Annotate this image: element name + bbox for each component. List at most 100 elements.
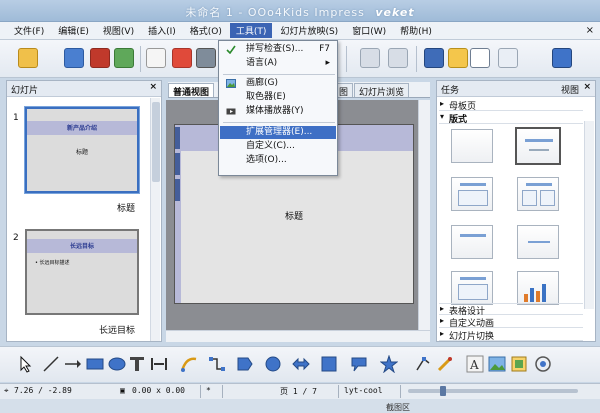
slide-caption: 标题 bbox=[117, 204, 136, 214]
undo-icon[interactable] bbox=[360, 48, 380, 68]
menu-item-options[interactable]: 选项(O)... bbox=[220, 154, 336, 167]
zoom-slider-thumb[interactable] bbox=[440, 386, 446, 396]
menu-window[interactable]: 窗口(W) bbox=[346, 23, 392, 38]
slide-thumbnail-2[interactable]: 长远目标 • 长远目标描述 bbox=[25, 229, 139, 315]
rectangle-tool-icon[interactable] bbox=[86, 355, 104, 373]
layout-box bbox=[458, 284, 488, 300]
stars-icon[interactable] bbox=[380, 355, 398, 373]
spellcheck-icon bbox=[226, 45, 236, 54]
edit-file-icon[interactable] bbox=[146, 48, 166, 68]
menu-slideshow[interactable]: 幻灯片放映(S) bbox=[274, 23, 344, 38]
slide-number: 2 bbox=[13, 233, 19, 243]
layout-line bbox=[460, 234, 486, 237]
arrow-line-icon[interactable] bbox=[64, 355, 82, 373]
section-master-pages[interactable]: ▸ 母板页 bbox=[439, 99, 583, 112]
editor-vertical-scrollbar[interactable] bbox=[418, 100, 430, 330]
insert-image-icon[interactable] bbox=[488, 355, 506, 373]
symbol-shapes-icon[interactable] bbox=[264, 355, 282, 373]
layout-title-chart[interactable] bbox=[517, 271, 559, 305]
curve-tool-icon[interactable] bbox=[180, 355, 198, 373]
new-document-icon[interactable] bbox=[18, 48, 38, 68]
section-custom-animation[interactable]: ▸ 自定义动画 bbox=[439, 316, 583, 329]
fit-text-icon[interactable] bbox=[150, 355, 168, 373]
editor-horizontal-scrollbar[interactable] bbox=[166, 330, 430, 342]
ellipse-tool-icon[interactable] bbox=[108, 355, 126, 373]
export-pdf-icon[interactable] bbox=[172, 48, 192, 68]
slides-pane: 幻灯片 × 1 新产品介绍 标题 标题 2 长远目标 • 长远目标描述 长远目标 bbox=[6, 80, 162, 342]
tab-slide-sorter[interactable]: 幻灯片浏览 bbox=[354, 83, 410, 98]
task-pane-scrollbar[interactable] bbox=[584, 121, 594, 309]
thumbnail-body: 标题 bbox=[75, 149, 88, 156]
tab-normal-view[interactable]: 普通视图 bbox=[168, 83, 215, 98]
gallery-icon bbox=[226, 79, 236, 88]
print-icon[interactable] bbox=[196, 48, 216, 68]
open-folder-icon[interactable] bbox=[64, 48, 84, 68]
section-table-design[interactable]: ▸ 表格设计 bbox=[439, 303, 583, 317]
close-task-pane-icon[interactable]: × bbox=[583, 82, 591, 92]
points-edit-icon[interactable] bbox=[414, 355, 432, 373]
desktop-label: 截图区 bbox=[386, 403, 410, 412]
scrollbar-thumb[interactable] bbox=[152, 102, 160, 182]
section-layouts[interactable]: ▾ 版式 bbox=[439, 112, 583, 125]
layout-title-slide[interactable] bbox=[515, 127, 561, 165]
slides-pane-scrollbar[interactable] bbox=[150, 98, 160, 341]
svg-text:A: A bbox=[469, 358, 479, 372]
menu-file[interactable]: 文件(F) bbox=[8, 23, 50, 38]
callouts-icon[interactable] bbox=[350, 355, 368, 373]
basic-shapes-icon[interactable] bbox=[236, 355, 254, 373]
slides-pane-title: 幻灯片 bbox=[11, 86, 39, 96]
menu-view[interactable]: 视图(V) bbox=[97, 23, 140, 38]
slide-caption: 长远目标 bbox=[99, 326, 136, 336]
menu-item-spellcheck[interactable]: 拼写检查(S)... F7 bbox=[220, 43, 336, 56]
section-label: 版式 bbox=[449, 115, 468, 125]
task-pane-view-menu[interactable]: 视图 bbox=[561, 83, 579, 96]
object-size: 0.00 x 0.00 bbox=[132, 386, 185, 395]
status-bar: ⌖ 7.26 / -2.89 ▣ 0.00 x 0.00 * 页 1 / 7 l… bbox=[0, 383, 600, 399]
line-tool-icon[interactable] bbox=[42, 355, 60, 373]
layout-title-two-content[interactable] bbox=[517, 177, 559, 211]
menu-format[interactable]: 格式(O) bbox=[184, 23, 228, 38]
menu-item-gallery[interactable]: 画廊(G) bbox=[220, 77, 336, 90]
menu-item-eyedropper[interactable]: 取色器(E) bbox=[220, 91, 336, 104]
menu-item-media-player[interactable]: 媒体播放器(Y) bbox=[220, 105, 336, 118]
layout-title-bullets[interactable] bbox=[451, 271, 493, 305]
connector-tool-icon[interactable] bbox=[208, 355, 226, 373]
close-slides-pane-icon[interactable]: × bbox=[149, 82, 157, 92]
menu-item-extension-manager[interactable]: 扩展管理器(E)... bbox=[220, 126, 336, 139]
layout-title-content[interactable] bbox=[451, 177, 493, 211]
menu-item-customize[interactable]: 自定义(C)... bbox=[220, 140, 336, 153]
text-tool-icon[interactable] bbox=[128, 355, 146, 373]
slide-title-text[interactable]: 标题 bbox=[175, 209, 413, 222]
slides-pane-header: 幻灯片 × bbox=[7, 81, 161, 97]
navigator-icon[interactable] bbox=[552, 48, 572, 68]
slide-thumbnail-1[interactable]: 新产品介绍 标题 bbox=[25, 107, 139, 193]
layout-line bbox=[529, 149, 549, 151]
layout-blank[interactable] bbox=[451, 129, 493, 163]
extrusion-toggle-icon[interactable] bbox=[534, 355, 552, 373]
gallery-icon[interactable] bbox=[510, 355, 528, 373]
table-icon[interactable] bbox=[470, 48, 490, 68]
fontwork-icon[interactable]: A bbox=[466, 355, 484, 373]
menu-insert[interactable]: 插入(I) bbox=[142, 23, 182, 38]
export-icon[interactable] bbox=[114, 48, 134, 68]
flowchart-icon[interactable] bbox=[320, 355, 338, 373]
display-grid-icon[interactable] bbox=[498, 48, 518, 68]
layout-centered-text[interactable] bbox=[517, 225, 559, 259]
display-icon[interactable] bbox=[424, 48, 444, 68]
master-page-name: lyt-cool bbox=[344, 386, 383, 395]
menu-edit[interactable]: 编辑(E) bbox=[52, 23, 95, 38]
section-slide-transition[interactable]: ▸ 幻灯片切换 bbox=[439, 329, 583, 342]
chart-icon[interactable] bbox=[448, 48, 468, 68]
select-pointer-icon[interactable] bbox=[16, 355, 34, 373]
close-document-icon[interactable]: × bbox=[586, 25, 594, 36]
cursor-position: 7.26 / -2.89 bbox=[14, 386, 72, 395]
block-arrows-icon[interactable] bbox=[292, 355, 310, 373]
layout-title-only[interactable] bbox=[451, 225, 493, 259]
menu-tools[interactable]: 工具(T) bbox=[229, 23, 273, 38]
save-icon[interactable] bbox=[90, 48, 110, 68]
menu-help[interactable]: 帮助(H) bbox=[394, 23, 438, 38]
zoom-slider-track[interactable] bbox=[408, 389, 578, 393]
redo-icon[interactable] bbox=[388, 48, 408, 68]
glue-points-icon[interactable] bbox=[436, 355, 454, 373]
menu-item-language[interactable]: 语言(A) ▸ bbox=[220, 57, 336, 70]
